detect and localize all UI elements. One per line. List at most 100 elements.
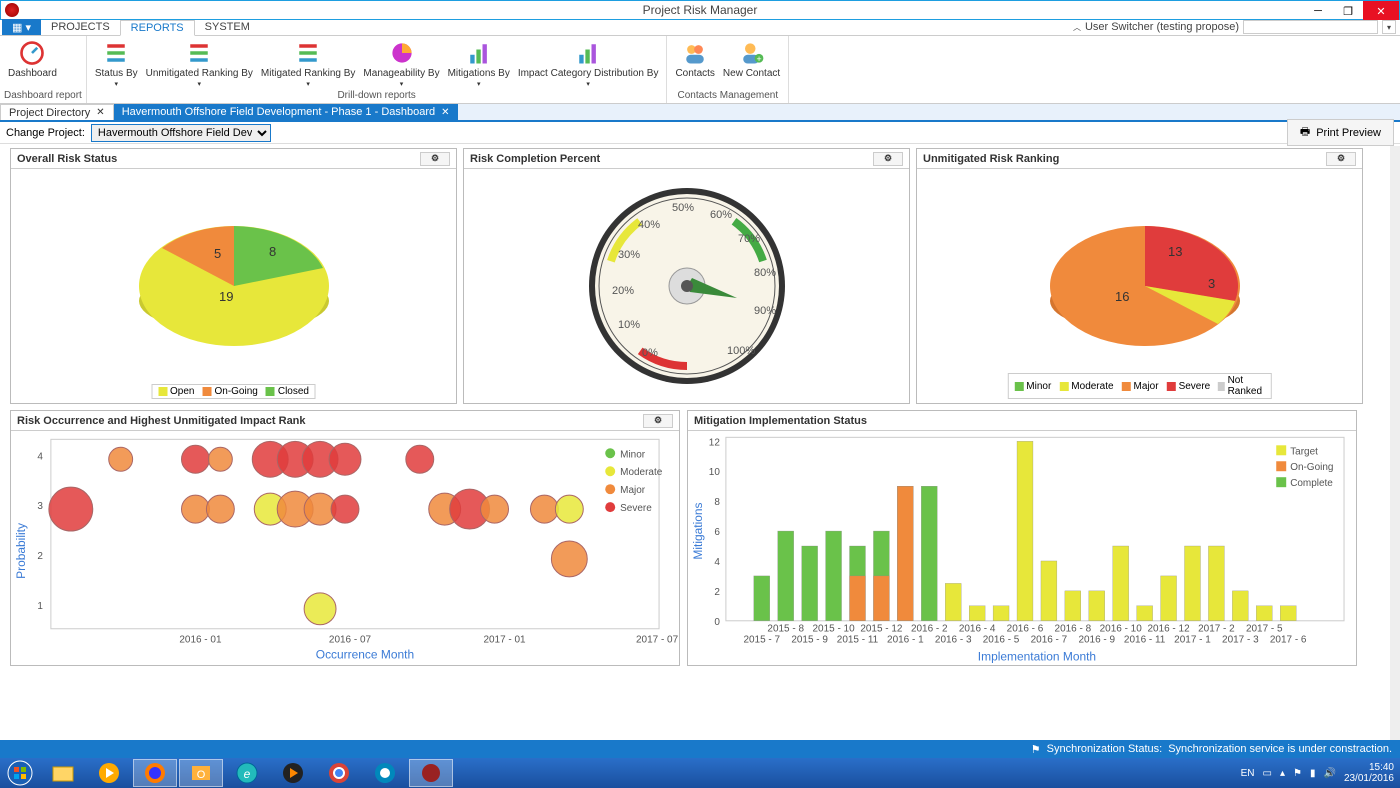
svg-text:10: 10 bbox=[709, 467, 721, 478]
bubble-chart: Probability Occurrence Month 4 3 2 1 201… bbox=[11, 431, 679, 663]
battery-icon[interactable]: ▭ bbox=[1263, 768, 1272, 779]
tray-icon[interactable]: ▴ bbox=[1280, 768, 1285, 779]
app-title: Project Risk Manager bbox=[643, 3, 758, 17]
chevron-up-icon[interactable]: ︿ bbox=[1073, 22, 1081, 33]
panel-title: Mitigation Implementation Status bbox=[694, 415, 867, 427]
gear-icon[interactable]: ⚙ bbox=[643, 414, 673, 428]
change-project-label: Change Project: bbox=[6, 127, 85, 139]
minimize-button[interactable]: ─ bbox=[1303, 1, 1333, 21]
svg-text:10%: 10% bbox=[618, 319, 640, 331]
prm-icon[interactable] bbox=[409, 759, 453, 787]
list-icon bbox=[183, 38, 215, 68]
start-button[interactable] bbox=[0, 758, 40, 788]
tab-close-icon[interactable]: ✕ bbox=[96, 107, 104, 118]
language-indicator[interactable]: EN bbox=[1241, 768, 1255, 779]
gear-icon[interactable]: ⚙ bbox=[420, 152, 450, 166]
tab-close-icon[interactable]: ✕ bbox=[441, 107, 449, 118]
contacts-button[interactable]: Contacts bbox=[671, 38, 718, 79]
ribbon-tab-system[interactable]: SYSTEM bbox=[195, 19, 260, 35]
svg-text:Probability: Probability bbox=[14, 523, 28, 579]
clock[interactable]: 15:40 23/01/2016 bbox=[1344, 762, 1394, 784]
print-preview-button[interactable]: 🖶 Print Preview bbox=[1287, 119, 1394, 146]
app-icon[interactable] bbox=[363, 759, 407, 787]
svg-text:16: 16 bbox=[1115, 289, 1129, 304]
svg-text:Mitigations: Mitigations bbox=[691, 502, 705, 559]
svg-text:Complete: Complete bbox=[1290, 478, 1333, 489]
status-by-button[interactable]: Status By▾ bbox=[91, 38, 142, 90]
sync-label: Synchronization Status: bbox=[1047, 743, 1163, 755]
group-label: Contacts Management bbox=[671, 90, 784, 101]
printer-icon: 🖶 bbox=[1300, 123, 1310, 142]
ribbon-tab-reports[interactable]: REPORTS bbox=[120, 20, 195, 36]
legend: Open On-Going Closed bbox=[151, 384, 316, 399]
tab-project-directory[interactable]: Project Directory ✕ bbox=[0, 104, 114, 120]
user-switcher-dropdown[interactable] bbox=[1243, 20, 1378, 34]
impact-category-button[interactable]: Impact Category Distribution By▾ bbox=[514, 38, 663, 90]
svg-text:2015 - 11: 2015 - 11 bbox=[837, 635, 879, 646]
svg-text:90%: 90% bbox=[754, 305, 776, 317]
svg-text:2016 - 8: 2016 - 8 bbox=[1055, 624, 1092, 635]
quick-access-button[interactable]: ▦ ▾ bbox=[2, 19, 41, 35]
unmitigated-ranking-button[interactable]: Unmitigated Ranking By▾ bbox=[142, 38, 257, 90]
change-project-select[interactable]: Havermouth Offshore Field Development bbox=[91, 124, 271, 142]
svg-text:100%: 100% bbox=[727, 345, 755, 357]
svg-text:40%: 40% bbox=[638, 219, 660, 231]
chevron-down-icon[interactable]: ▾ bbox=[1382, 20, 1396, 34]
gear-icon[interactable]: ⚙ bbox=[873, 152, 903, 166]
gear-icon[interactable]: ⚙ bbox=[1326, 152, 1356, 166]
maximize-button[interactable]: ❐ bbox=[1333, 1, 1363, 21]
svg-text:2017 - 07: 2017 - 07 bbox=[636, 635, 679, 646]
scrollbar[interactable] bbox=[1390, 146, 1400, 740]
bars-icon bbox=[463, 38, 495, 68]
list-icon bbox=[100, 38, 132, 68]
media-player-icon[interactable] bbox=[87, 759, 131, 787]
svg-text:60%: 60% bbox=[710, 209, 732, 221]
svg-text:2016 - 11: 2016 - 11 bbox=[1124, 635, 1166, 646]
user-plus-icon: + bbox=[736, 38, 768, 68]
svg-text:2017 - 6: 2017 - 6 bbox=[1270, 635, 1307, 646]
sync-message: Synchronization service is under constra… bbox=[1168, 743, 1392, 755]
svg-text:2015 - 7: 2015 - 7 bbox=[743, 635, 780, 646]
firefox-icon[interactable] bbox=[133, 759, 177, 787]
sync-icon: ⚑ bbox=[1031, 743, 1041, 756]
svg-text:2015 - 8: 2015 - 8 bbox=[767, 624, 804, 635]
svg-text:2017 - 01: 2017 - 01 bbox=[483, 635, 526, 646]
pie-icon bbox=[386, 38, 418, 68]
svg-text:2017 - 5: 2017 - 5 bbox=[1246, 624, 1283, 635]
close-button[interactable]: ✕ bbox=[1363, 1, 1399, 21]
tab-dashboard[interactable]: Havermouth Offshore Field Development - … bbox=[114, 104, 458, 120]
svg-text:3: 3 bbox=[37, 501, 43, 512]
wmp-icon[interactable] bbox=[271, 759, 315, 787]
pie-chart-unmitigated: 13 3 16 bbox=[1010, 186, 1270, 386]
new-contact-button[interactable]: +New Contact bbox=[719, 38, 784, 79]
manageability-button[interactable]: Manageability By▾ bbox=[359, 38, 443, 90]
dashboard-icon bbox=[16, 38, 48, 68]
svg-text:2016 - 2: 2016 - 2 bbox=[911, 624, 948, 635]
svg-text:2016 - 3: 2016 - 3 bbox=[935, 635, 972, 646]
dashboard-button[interactable]: Dashboard bbox=[4, 38, 61, 79]
svg-text:On-Going: On-Going bbox=[1290, 462, 1333, 473]
mitigated-ranking-button[interactable]: Mitigated Ranking By▾ bbox=[257, 38, 360, 90]
svg-text:2016 - 12: 2016 - 12 bbox=[1147, 624, 1190, 635]
svg-text:2: 2 bbox=[37, 551, 43, 562]
network-icon[interactable]: ▮ bbox=[1310, 768, 1316, 779]
explorer-icon[interactable] bbox=[41, 759, 85, 787]
svg-text:1: 1 bbox=[37, 601, 43, 612]
chrome-icon[interactable] bbox=[317, 759, 361, 787]
panel-unmitigated: Unmitigated Risk Ranking⚙ 13 3 16 Minor … bbox=[916, 148, 1363, 404]
group-label: Drill-down reports bbox=[91, 90, 663, 101]
mitigations-button[interactable]: Mitigations By▾ bbox=[444, 38, 514, 90]
outlook-icon[interactable]: O bbox=[179, 759, 223, 787]
svg-text:30%: 30% bbox=[618, 249, 640, 261]
ie-icon[interactable]: e bbox=[225, 759, 269, 787]
ribbon-tab-projects[interactable]: PROJECTS bbox=[41, 19, 120, 35]
flag-icon[interactable]: ⚑ bbox=[1293, 768, 1302, 779]
svg-text:2015 - 12: 2015 - 12 bbox=[860, 624, 903, 635]
svg-text:4: 4 bbox=[714, 557, 720, 568]
svg-text:2016 - 10: 2016 - 10 bbox=[1100, 624, 1143, 635]
svg-text:0%: 0% bbox=[642, 347, 658, 359]
list-icon bbox=[292, 38, 324, 68]
svg-text:2015 - 10: 2015 - 10 bbox=[813, 624, 856, 635]
status-bar: ⚑ Synchronization Status: Synchronizatio… bbox=[0, 740, 1400, 758]
volume-icon[interactable]: 🔊 bbox=[1323, 768, 1335, 779]
